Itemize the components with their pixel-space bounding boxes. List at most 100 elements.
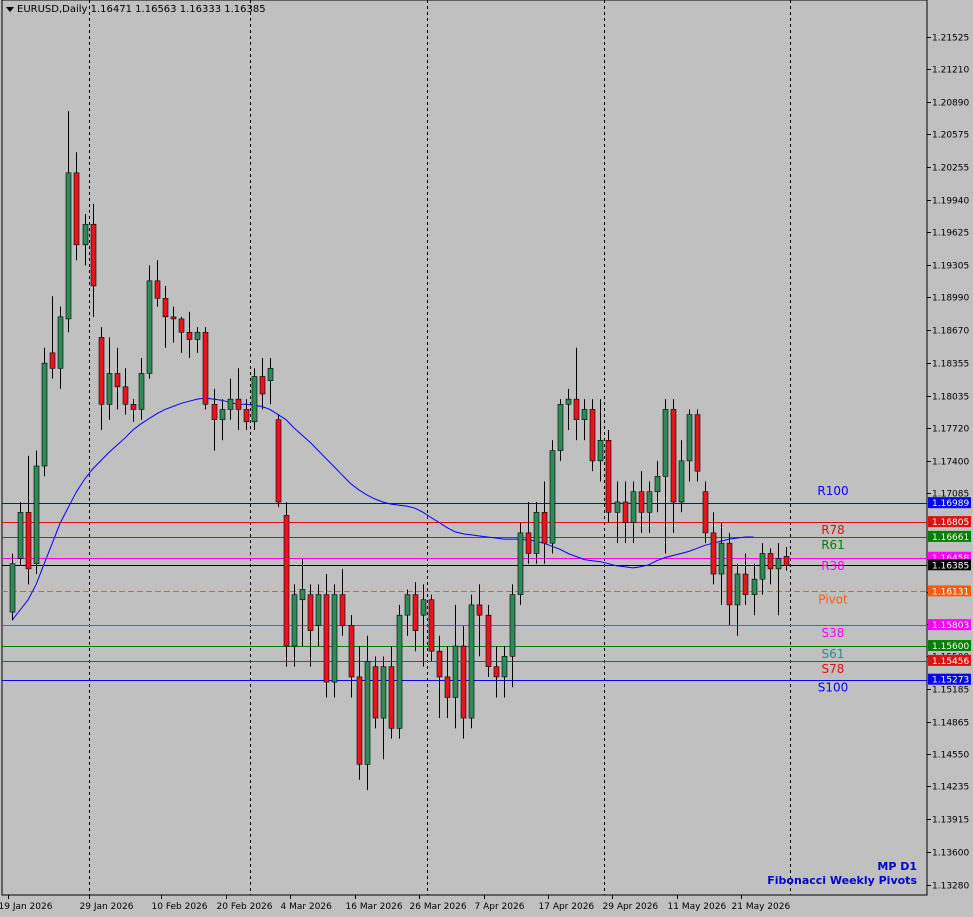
candle-body[interactable] — [452, 645, 459, 698]
candle-body[interactable] — [573, 398, 580, 421]
candle-body[interactable] — [41, 362, 48, 467]
candle-body[interactable] — [65, 172, 72, 320]
candle-body[interactable] — [751, 578, 758, 595]
candle-body[interactable] — [251, 376, 258, 423]
candle-body[interactable] — [694, 414, 701, 472]
candle-body[interactable] — [557, 403, 564, 451]
candle-body[interactable] — [525, 532, 532, 554]
candle-body[interactable] — [235, 398, 242, 410]
candle-body[interactable] — [428, 599, 435, 652]
candle-body[interactable] — [646, 491, 653, 513]
candle-body[interactable] — [742, 573, 749, 595]
chevron-down-icon[interactable] — [6, 6, 14, 12]
candle-body[interactable] — [98, 337, 105, 405]
candle-body[interactable] — [436, 650, 443, 678]
candle-body[interactable] — [9, 563, 16, 613]
candle-body[interactable] — [170, 316, 177, 320]
candle-body[interactable] — [372, 666, 379, 719]
candle-body[interactable] — [211, 403, 218, 421]
candle-body[interactable] — [726, 542, 733, 606]
candle-body[interactable] — [589, 409, 596, 462]
candle-body[interactable] — [412, 594, 419, 631]
candle-body[interactable] — [291, 594, 298, 647]
candle-body[interactable] — [122, 386, 129, 405]
candle-body[interactable] — [710, 532, 717, 575]
candle-body[interactable] — [614, 501, 621, 513]
candle-body[interactable] — [702, 491, 709, 534]
candle-body[interactable] — [775, 558, 782, 570]
candle-body[interactable] — [380, 666, 387, 719]
candle-body[interactable] — [283, 515, 290, 647]
candle-body[interactable] — [509, 594, 516, 657]
candle-body[interactable] — [501, 656, 508, 678]
candle-body[interactable] — [783, 556, 790, 566]
candle-body[interactable] — [275, 419, 282, 503]
candle-body[interactable] — [106, 373, 113, 405]
candle-body[interactable] — [186, 331, 193, 340]
candle-body[interactable] — [82, 223, 89, 246]
candle-body[interactable] — [243, 409, 250, 423]
candle-body[interactable] — [154, 280, 161, 299]
candle-body[interactable] — [267, 367, 274, 381]
candle-body[interactable] — [396, 614, 403, 729]
candle-body[interactable] — [476, 604, 483, 616]
candle-body[interactable] — [323, 594, 330, 683]
candle-body[interactable] — [364, 661, 371, 765]
candle-body[interactable] — [533, 512, 540, 554]
candle-body[interactable] — [17, 512, 24, 559]
candle-body[interactable] — [388, 666, 395, 729]
candle-body[interactable] — [114, 373, 121, 388]
candle-body[interactable] — [654, 476, 661, 493]
candle-body[interactable] — [678, 460, 685, 503]
candle-body[interactable] — [348, 625, 355, 678]
candle-body[interactable] — [630, 491, 637, 523]
candle-body[interactable] — [493, 666, 500, 678]
candle-body[interactable] — [404, 594, 411, 616]
candle-body[interactable] — [444, 676, 451, 698]
candle-body[interactable] — [420, 599, 427, 616]
candle-body[interactable] — [33, 465, 40, 565]
candle-body[interactable] — [90, 223, 97, 287]
candle-body[interactable] — [468, 604, 475, 719]
candle-body[interactable] — [597, 439, 604, 462]
candle-body[interactable] — [130, 403, 137, 410]
candle-body[interactable] — [718, 542, 725, 575]
candle-body[interactable] — [227, 398, 234, 410]
candle-body[interactable] — [162, 298, 169, 318]
candle-body[interactable] — [146, 280, 153, 374]
candle-body[interactable] — [138, 373, 145, 410]
candle-body[interactable] — [194, 331, 201, 340]
candle-body[interactable] — [670, 409, 677, 503]
candle-body[interactable] — [767, 553, 774, 570]
candle-body[interactable] — [299, 589, 306, 601]
candle-body[interactable] — [259, 376, 266, 395]
candle-body[interactable] — [622, 501, 629, 523]
candle-body[interactable] — [178, 318, 185, 333]
candle-body[interactable] — [759, 553, 766, 580]
candle-body[interactable] — [356, 676, 363, 765]
candle-body[interactable] — [638, 491, 645, 513]
candle-body[interactable] — [605, 439, 612, 513]
candle-body[interactable] — [485, 614, 492, 667]
price-chart[interactable]: 1.21525 1.21210 1.20890 1.20575 1.20255 1.199… — [0, 0, 973, 917]
candle-body[interactable] — [541, 512, 548, 544]
candle-body[interactable] — [460, 645, 467, 719]
candle-body[interactable] — [315, 594, 322, 626]
chart-area[interactable]: 1.21525 1.21210 1.20890 1.20575 1.20255 1.199… — [0, 0, 973, 917]
candle-body[interactable] — [734, 573, 741, 606]
candle-body[interactable] — [517, 532, 524, 595]
candle-body[interactable] — [686, 414, 693, 462]
candle-body[interactable] — [219, 409, 226, 421]
candle-body[interactable] — [549, 450, 556, 544]
candle-body[interactable] — [202, 331, 209, 405]
candle-body[interactable] — [581, 409, 588, 421]
candle-body[interactable] — [57, 316, 64, 369]
candle-body[interactable] — [331, 594, 338, 683]
candle-body[interactable] — [565, 398, 572, 405]
candle-body[interactable] — [339, 594, 346, 626]
candle-body[interactable] — [73, 172, 80, 246]
candle-body[interactable] — [662, 409, 669, 477]
candle-body[interactable] — [49, 352, 56, 369]
candle-body[interactable] — [307, 594, 314, 631]
candle-body[interactable] — [25, 512, 32, 570]
